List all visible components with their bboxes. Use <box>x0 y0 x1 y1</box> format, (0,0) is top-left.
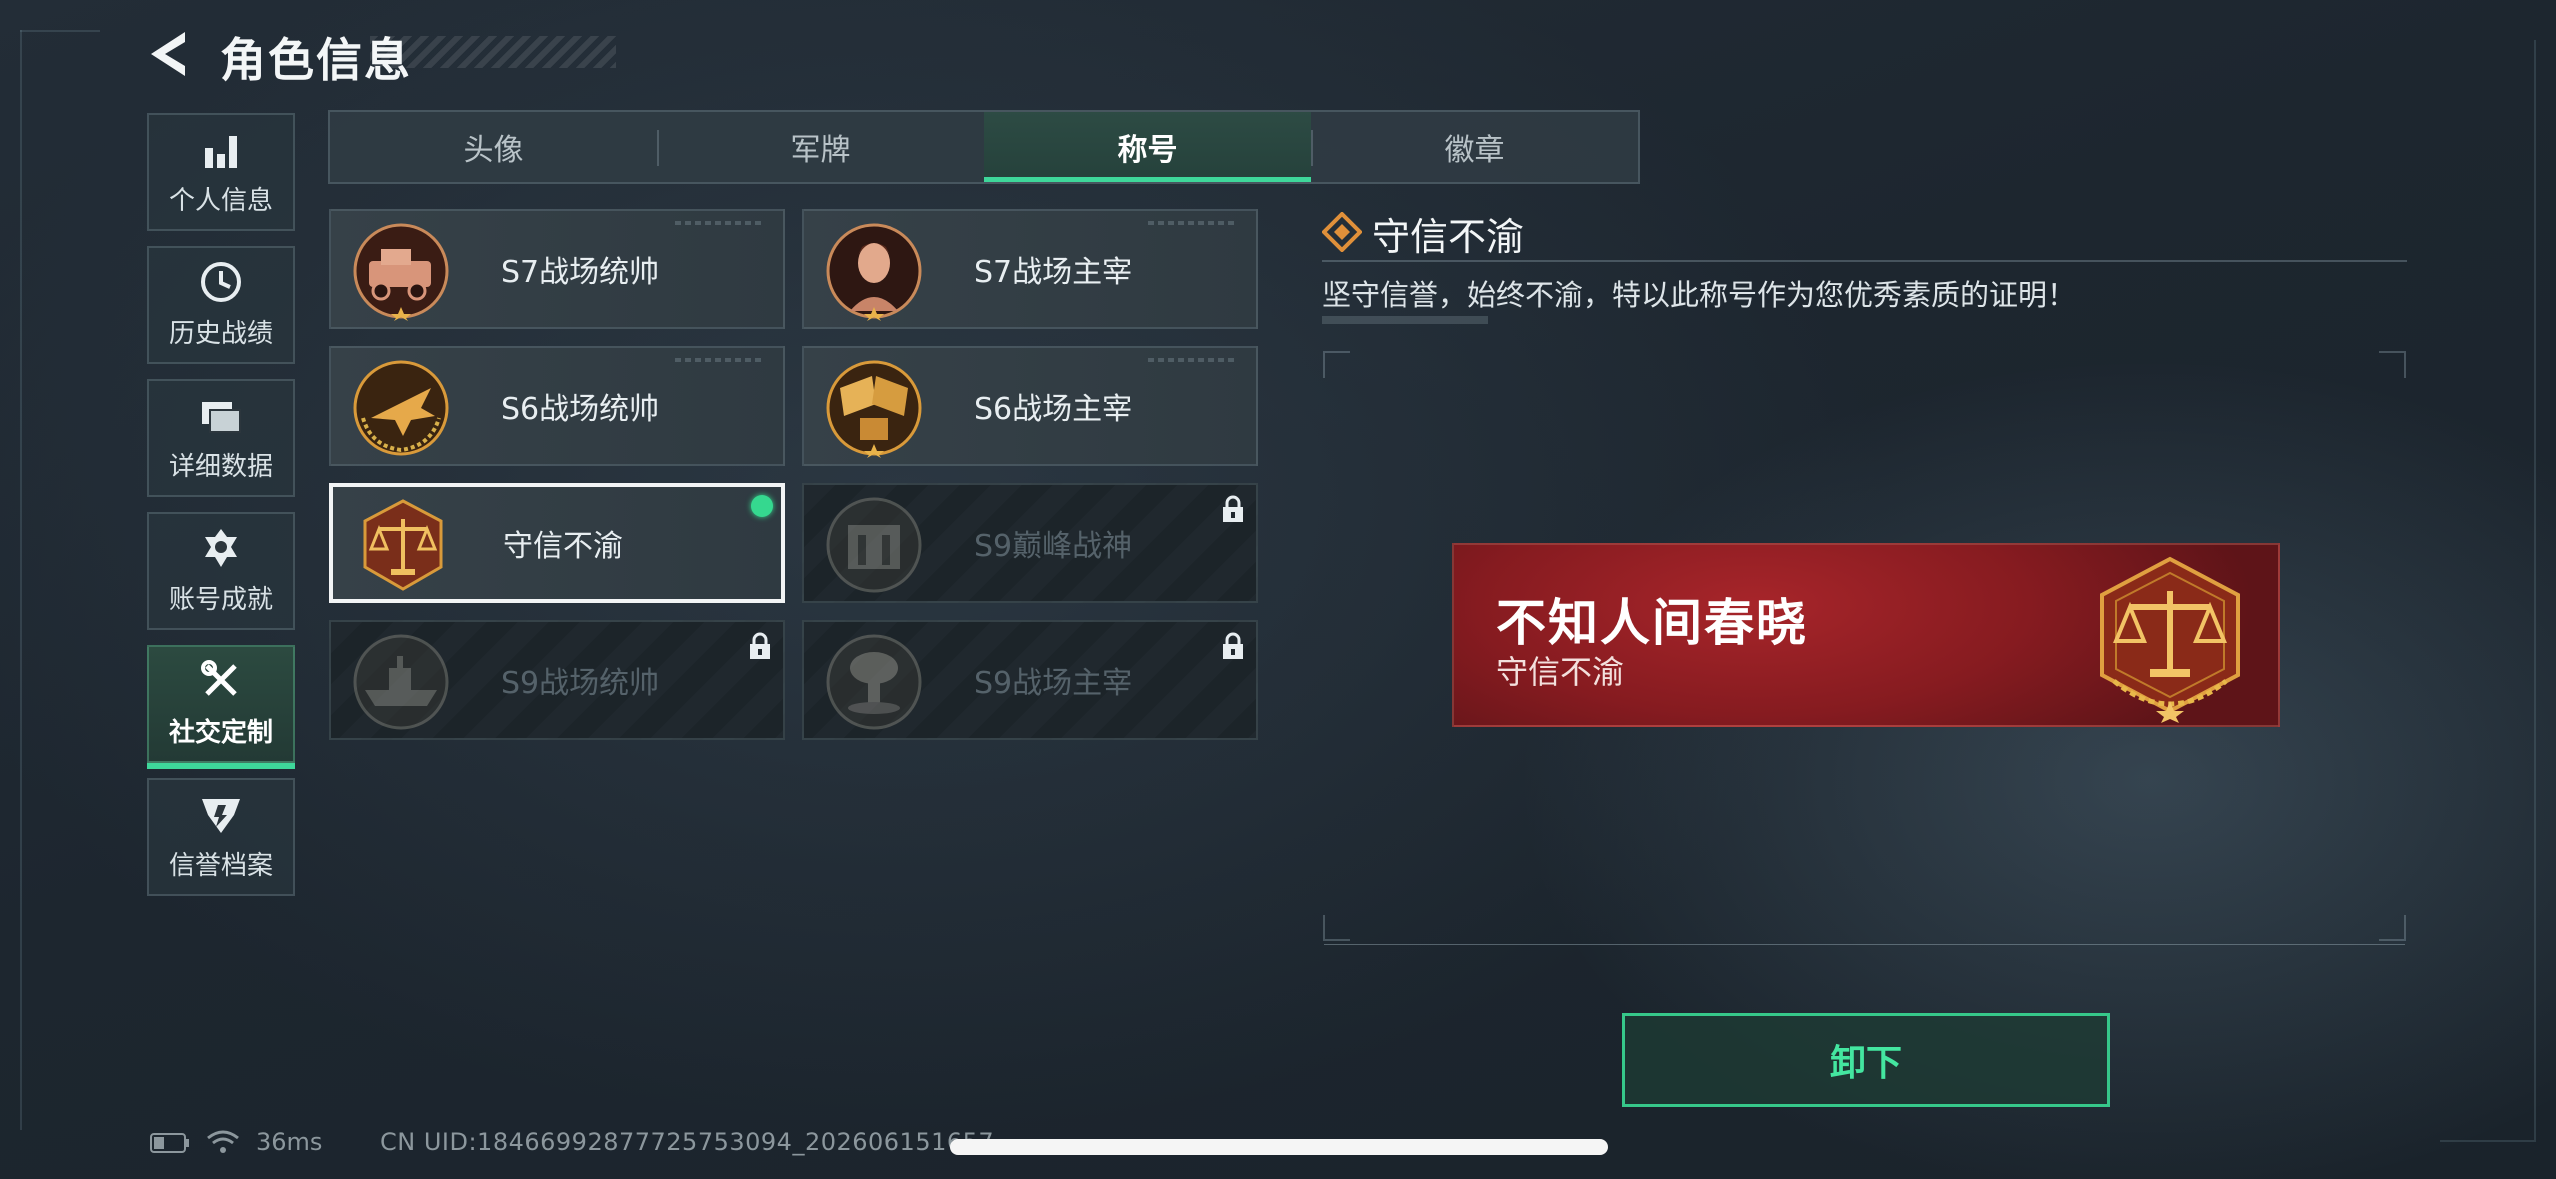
fortress-emblem <box>826 497 922 593</box>
medal-icon <box>205 529 237 567</box>
title-name: 守信不渝 <box>503 529 623 564</box>
crossed-flags-emblem <box>826 360 922 458</box>
card-decoration <box>1148 221 1238 225</box>
sidebar-item-achievements[interactable]: 账号成就 <box>147 512 295 630</box>
title-card[interactable]: S6战场统帅 <box>329 346 785 466</box>
lock-icon <box>1223 495 1243 522</box>
sidebar-item-label: 账号成就 <box>168 585 273 615</box>
ping-label: 36ms <box>256 1128 323 1156</box>
sidebar-item-label: 社交定制 <box>168 718 273 748</box>
card-decoration <box>675 221 765 225</box>
lock-icon <box>1223 632 1243 659</box>
title-card-locked[interactable]: S9战场统帅 <box>329 620 785 740</box>
warship-emblem <box>353 634 449 730</box>
title-card[interactable]: S7战场统帅 <box>329 209 785 329</box>
title-card[interactable]: S7战场主宰 <box>802 209 1258 329</box>
title-decoration <box>370 36 616 68</box>
detail-title: 守信不渝 <box>1372 215 1525 259</box>
armored-car-emblem <box>353 223 449 321</box>
title-card-locked[interactable]: S9战场主宰 <box>802 620 1258 740</box>
title-preview-banner: 不知人间春晓 守信不渝 <box>1452 543 2280 727</box>
tools-icon <box>201 660 237 696</box>
back-arrow-icon <box>151 32 185 76</box>
title-name: S6战场统帅 <box>501 392 660 427</box>
title-name: S9战场统帅 <box>501 666 660 701</box>
title-name: S7战场主宰 <box>974 255 1133 290</box>
sidebar-item-label: 信誉档案 <box>168 851 273 881</box>
tab-dog-tag[interactable]: 军牌 <box>657 112 984 182</box>
sidebar-item-label: 个人信息 <box>168 186 273 216</box>
sidebar-item-label: 详细数据 <box>168 452 273 482</box>
diamond-icon <box>1322 212 1362 252</box>
sidebar-item-personal-info[interactable]: 个人信息 <box>147 113 295 231</box>
card-decoration <box>675 358 765 362</box>
clock-icon <box>201 262 241 302</box>
folders-icon <box>202 402 241 433</box>
title-card-selected[interactable]: 守信不渝 <box>329 483 785 603</box>
uid-label: CN UID:1846699287772575309​4_20260615165… <box>380 1128 995 1156</box>
title-name: S7战场统帅 <box>501 255 660 290</box>
title-card[interactable]: S6战场主宰 <box>802 346 1258 466</box>
scales-emblem <box>363 499 443 591</box>
tab-title[interactable]: 称号 <box>984 112 1311 182</box>
banner-player-name: 不知人间春晓 <box>1496 594 1808 652</box>
detail-subline <box>1322 316 1488 324</box>
unequip-button[interactable]: 卸下 <box>1622 1013 2110 1107</box>
sidebar-item-label: 历史战绩 <box>168 319 273 349</box>
fighter-jet-emblem <box>353 360 449 456</box>
title-name: S9巅峰战神 <box>974 529 1133 564</box>
sidebar-item-history[interactable]: 历史战绩 <box>147 246 295 364</box>
sidebar-item-detail-data[interactable]: 详细数据 <box>147 379 295 497</box>
bar-chart-icon <box>205 136 237 168</box>
equipped-indicator <box>751 495 773 517</box>
category-tabs: 头像 军牌 称号 徽章 <box>328 110 1640 184</box>
sidebar-item-credit-record[interactable]: 信誉档案 <box>147 778 295 896</box>
back-button[interactable] <box>145 26 195 82</box>
title-name: S9战场主宰 <box>974 666 1133 701</box>
scales-emblem <box>2100 556 2240 723</box>
soldier-portrait-emblem <box>826 223 922 321</box>
home-indicator[interactable] <box>950 1139 1608 1155</box>
tab-avatar[interactable]: 头像 <box>330 112 657 182</box>
sidebar-item-social-customize[interactable]: 社交定制 <box>147 645 295 769</box>
battery-icon <box>150 1133 189 1153</box>
wifi-icon <box>207 1130 239 1153</box>
detail-description: 坚守信誉，始终不渝，特以此称号作为您优秀素质的证明！ <box>1322 278 2077 312</box>
explosion-emblem <box>826 634 922 730</box>
banner-title: 守信不渝 <box>1496 653 1625 691</box>
shield-icon <box>202 799 240 833</box>
title-card-locked[interactable]: S9巅峰战神 <box>802 483 1258 603</box>
card-decoration <box>1148 358 1238 362</box>
tab-badge[interactable]: 徽章 <box>1311 112 1638 182</box>
detail-divider <box>1322 260 2407 262</box>
lock-icon <box>750 632 770 659</box>
title-name: S6战场主宰 <box>974 392 1133 427</box>
